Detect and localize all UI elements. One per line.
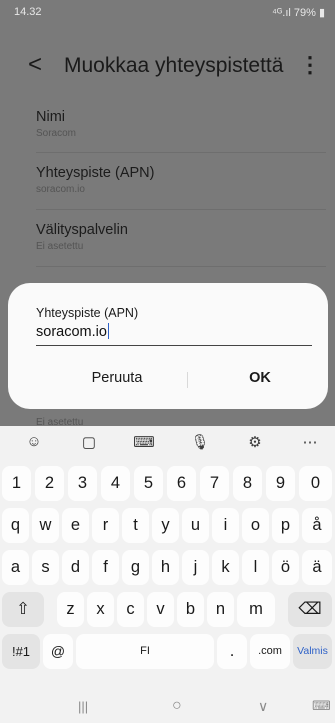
key-t[interactable]: t	[122, 508, 149, 543]
setting-label: Välityspalvelin	[36, 222, 128, 238]
setting-row-apn[interactable]: Yhteyspiste (APN) soracom.io	[36, 165, 326, 195]
key-d[interactable]: d	[62, 550, 89, 585]
key-6[interactable]: 6	[167, 466, 196, 501]
key-l[interactable]: l	[242, 550, 269, 585]
key-7[interactable]: 7	[200, 466, 229, 501]
key-p[interactable]: p	[272, 508, 299, 543]
more-icon[interactable]: ⋯	[295, 433, 325, 455]
recents-icon[interactable]: |||	[78, 699, 88, 714]
key-v[interactable]: v	[147, 592, 174, 627]
key-q[interactable]: q	[2, 508, 29, 543]
microphone-icon[interactable]: 🎙	[185, 433, 215, 455]
setting-label: Nimi	[36, 109, 65, 125]
key-8[interactable]: 8	[233, 466, 262, 501]
setting-value: soracom.io	[36, 184, 85, 195]
key-b[interactable]: b	[177, 592, 204, 627]
shift-icon[interactable]: ⇧	[2, 592, 44, 627]
ok-button[interactable]: OK	[205, 370, 315, 386]
apn-edit-dialog	[8, 283, 328, 409]
key-w[interactable]: w	[32, 508, 59, 543]
key-o[interactable]: o	[242, 508, 269, 543]
key-e[interactable]: e	[62, 508, 89, 543]
key-a-umlaut[interactable]: ä	[302, 550, 332, 585]
setting-value: Soracom	[36, 128, 77, 139]
settings-icon[interactable]: ⚙	[240, 433, 270, 455]
key-j[interactable]: j	[182, 550, 209, 585]
cancel-button[interactable]: Peruuta	[62, 370, 172, 386]
key-a[interactable]: a	[2, 550, 29, 585]
key-1[interactable]: 1	[2, 466, 31, 501]
key-2[interactable]: 2	[35, 466, 64, 501]
key-s[interactable]: s	[32, 550, 59, 585]
emoji-icon[interactable]: ☺	[19, 433, 49, 455]
key-0[interactable]: 0	[299, 466, 332, 501]
key-4[interactable]: 4	[101, 466, 130, 501]
more-options-icon[interactable]: ⋮	[299, 52, 321, 78]
key-h[interactable]: h	[152, 550, 179, 585]
divider	[36, 209, 326, 210]
at-key[interactable]: @	[43, 634, 73, 669]
dialog-title: Yhteyspiste (APN)	[36, 306, 139, 320]
key-9[interactable]: 9	[266, 466, 295, 501]
page-title: Muokkaa yhteyspistettä	[64, 54, 284, 77]
divider	[36, 152, 326, 153]
key-o-umlaut[interactable]: ö	[272, 550, 299, 585]
divider	[36, 266, 326, 267]
key-z[interactable]: z	[57, 592, 84, 627]
home-icon[interactable]: ○	[172, 697, 182, 715]
setting-row-proxy[interactable]: Välityspalvelin Ei asetettu	[36, 222, 326, 252]
key-m[interactable]: m	[237, 592, 275, 627]
back-nav-icon[interactable]: ∨	[258, 698, 268, 715]
done-key[interactable]: Valmis	[293, 634, 332, 669]
keyboard-switch-icon[interactable]: ⌨	[312, 698, 331, 714]
keyboard-icon[interactable]: ⌨	[129, 433, 159, 455]
button-divider	[187, 372, 188, 388]
key-5[interactable]: 5	[134, 466, 163, 501]
navigation-bar: ||| ○ ∨ ⌨	[0, 697, 335, 723]
status-time: 14.32	[14, 6, 42, 18]
app-bar: < Muokkaa yhteyspistettä ⋮	[0, 40, 335, 90]
setting-value: Ei asetettu	[36, 241, 84, 252]
key-k[interactable]: k	[212, 550, 239, 585]
key-r[interactable]: r	[92, 508, 119, 543]
key-y[interactable]: y	[152, 508, 179, 543]
setting-row-name[interactable]: Nimi Soracom	[36, 109, 326, 139]
status-bar: 14.32 ⁴ᴳ.ıl 79% ▮	[0, 0, 335, 24]
key-c[interactable]: c	[117, 592, 144, 627]
status-indicators: ⁴ᴳ.ıl 79% ▮	[272, 7, 325, 19]
backspace-icon[interactable]: ⌫	[288, 592, 332, 627]
apn-input[interactable]: soracom.io	[36, 323, 312, 346]
setting-label: Yhteyspiste (APN)	[36, 165, 155, 181]
back-icon[interactable]: <	[28, 51, 42, 79]
key-f[interactable]: f	[92, 550, 119, 585]
key-x[interactable]: x	[87, 592, 114, 627]
key-3[interactable]: 3	[68, 466, 97, 501]
key-a-ring[interactable]: å	[302, 508, 332, 543]
symbols-key[interactable]: !#1	[2, 634, 40, 669]
period-key[interactable]: .	[217, 634, 247, 669]
key-u[interactable]: u	[182, 508, 209, 543]
text-caret	[107, 323, 110, 339]
space-key[interactable]: FI	[76, 634, 214, 669]
key-n[interactable]: n	[207, 592, 234, 627]
key-i[interactable]: i	[212, 508, 239, 543]
clipboard-icon[interactable]: ▢	[74, 433, 104, 455]
dotcom-key[interactable]: .com	[250, 634, 290, 669]
apn-input-value: soracom.io	[36, 324, 107, 340]
key-g[interactable]: g	[122, 550, 149, 585]
